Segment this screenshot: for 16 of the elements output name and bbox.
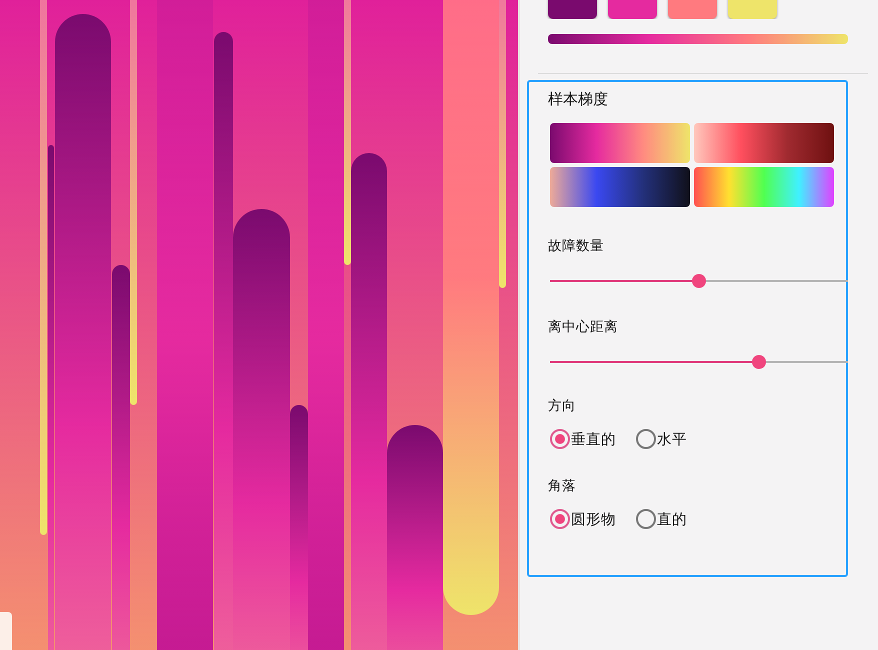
slider-thumb[interactable] xyxy=(752,355,766,369)
radio-option[interactable]: 垂直的 xyxy=(550,429,616,449)
slider[interactable] xyxy=(550,274,848,288)
radio-option[interactable]: 直的 xyxy=(636,509,687,529)
slider-label: 离中心距离 xyxy=(548,318,619,336)
gradient-preset[interactable] xyxy=(550,123,690,163)
slider[interactable] xyxy=(550,355,848,369)
option-label: 角落 xyxy=(548,477,577,495)
radio-option[interactable]: 圆形物 xyxy=(550,509,616,529)
gradient-preset[interactable] xyxy=(694,123,834,163)
slider-thumb[interactable] xyxy=(692,274,706,288)
option-label: 方向 xyxy=(548,397,577,415)
slider-label: 故障数量 xyxy=(548,237,605,255)
section-title: 样本梯度 xyxy=(548,90,609,109)
gradient-preset[interactable] xyxy=(550,167,690,207)
radio-option[interactable]: 水平 xyxy=(636,429,687,449)
